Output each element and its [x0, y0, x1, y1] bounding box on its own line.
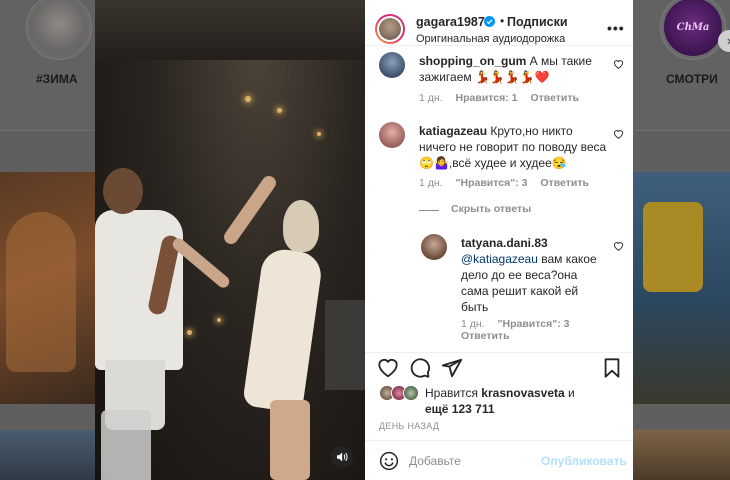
likes-middle: и [564, 386, 575, 400]
save-bookmark-icon[interactable] [601, 357, 623, 379]
publish-button[interactable]: Опубликовать [541, 454, 627, 468]
reply-button[interactable]: Ответить [530, 92, 579, 104]
more-options-icon[interactable]: ••• [607, 20, 625, 36]
add-comment-bar: Опубликовать [365, 440, 633, 480]
video-person-head [283, 200, 319, 252]
like-comment-heart-icon[interactable] [613, 59, 624, 69]
like-heart-icon[interactable] [377, 357, 399, 379]
video-ceiling [95, 0, 365, 60]
grid-post-thumbnail[interactable] [633, 172, 730, 404]
story-ring [26, 0, 92, 60]
story-highlight-watch[interactable]: ChMa СМОТРИ [660, 0, 726, 86]
like-comment-heart-icon[interactable] [613, 129, 624, 139]
story-label: СМОТРИ [666, 72, 718, 86]
emoji-icon[interactable] [379, 451, 399, 471]
story-ring: ChMa [660, 0, 726, 60]
likes-text: Нравится krasnovasveta и ещё 123 711 [425, 385, 625, 417]
comments-list[interactable]: shopping_on_gum А мы такие зажигаем 💃💃💃💃… [365, 46, 633, 352]
share-send-icon[interactable] [441, 357, 463, 379]
story-logo-text: ChMa [676, 21, 710, 33]
comment-time[interactable]: 1 дн. [461, 318, 485, 330]
reply-button[interactable]: Ответить [461, 330, 510, 342]
avatar[interactable] [403, 385, 419, 401]
video-background-object [325, 300, 365, 390]
replies-divider [419, 210, 439, 211]
avatar[interactable] [421, 234, 447, 260]
comment-meta: 1 дн. "Нравится": 3 Ответить [461, 318, 611, 342]
audio-track-link[interactable]: Оригинальная аудиодорожка [416, 33, 565, 45]
comment-likes[interactable]: Нравится: 1 [456, 92, 518, 104]
comment-username[interactable]: katiagazeau [419, 124, 487, 138]
reply-text: tatyana.dani.83 @katiagazeau вам какое д… [461, 235, 601, 315]
comment-username[interactable]: shopping_on_gum [419, 54, 526, 68]
video-light [217, 318, 221, 322]
post-date[interactable]: ДЕНЬ НАЗАД [379, 421, 439, 431]
comment-likes[interactable]: "Нравится": 3 [456, 177, 528, 189]
comment-username[interactable]: tatyana.dani.83 [461, 236, 548, 250]
comment-likes[interactable]: "Нравится": 3 [498, 318, 570, 330]
comment-meta: 1 дн. Нравится: 1 Ответить [419, 92, 589, 104]
like-comment-heart-icon[interactable] [613, 241, 624, 251]
hide-replies-button[interactable]: Скрыть ответы [451, 203, 531, 215]
video-light [245, 96, 251, 102]
story-highlight-winter[interactable]: #ЗИМА [26, 0, 92, 86]
liker-username[interactable]: krasnovasveta [481, 386, 564, 400]
following-button[interactable]: Подписки [507, 15, 568, 29]
grid-post-thumbnail[interactable] [633, 430, 730, 480]
video-person-head [103, 168, 143, 214]
comment-time[interactable]: 1 дн. [419, 92, 443, 104]
video-light [277, 108, 282, 113]
post-actions: Нравится krasnovasveta и ещё 123 711 ДЕН… [365, 352, 633, 440]
video-background-object [101, 410, 151, 480]
video-person-legs [270, 400, 310, 480]
story-label: #ЗИМА [36, 72, 78, 86]
story-thumbnail: ChMa [664, 0, 722, 56]
post-header: gagara1987 • Подписки Оригинальная аудио… [365, 0, 633, 46]
verified-badge-icon [484, 16, 495, 27]
avatar[interactable] [379, 52, 405, 78]
likes-prefix: Нравится [425, 386, 482, 400]
comment-text: katiagazeau Круто,но никто ничего не гов… [419, 123, 609, 171]
video-light [317, 132, 321, 136]
video-light [187, 330, 192, 335]
grid-post-thumbnail[interactable] [0, 430, 95, 480]
mention-link[interactable]: @katiagazeau [461, 252, 538, 266]
likes-count-link[interactable]: ещё 123 711 [425, 402, 495, 416]
comment-bubble-icon[interactable] [409, 357, 431, 379]
sound-toggle-button[interactable] [331, 446, 353, 468]
post-video[interactable] [95, 0, 365, 480]
reply-button[interactable]: Ответить [540, 177, 589, 189]
grid-post-thumbnail[interactable] [0, 172, 95, 404]
video-person [242, 246, 324, 414]
story-thumbnail [30, 0, 88, 56]
comment-time[interactable]: 1 дн. [419, 177, 443, 189]
comment-text: shopping_on_gum А мы такие зажигаем 💃💃💃💃… [419, 53, 609, 85]
comment-meta: 1 дн. "Нравится": 3 Ответить [419, 177, 599, 189]
author-avatar[interactable] [375, 14, 405, 44]
author-username[interactable]: gagara1987 [416, 15, 485, 29]
speaker-icon [337, 452, 348, 462]
video-person-arm [221, 173, 279, 247]
post-side-panel: shopping_on_gum А мы такие зажигаем 💃💃💃💃… [365, 0, 633, 480]
avatar[interactable] [379, 122, 405, 148]
header-separator: • [500, 14, 505, 28]
